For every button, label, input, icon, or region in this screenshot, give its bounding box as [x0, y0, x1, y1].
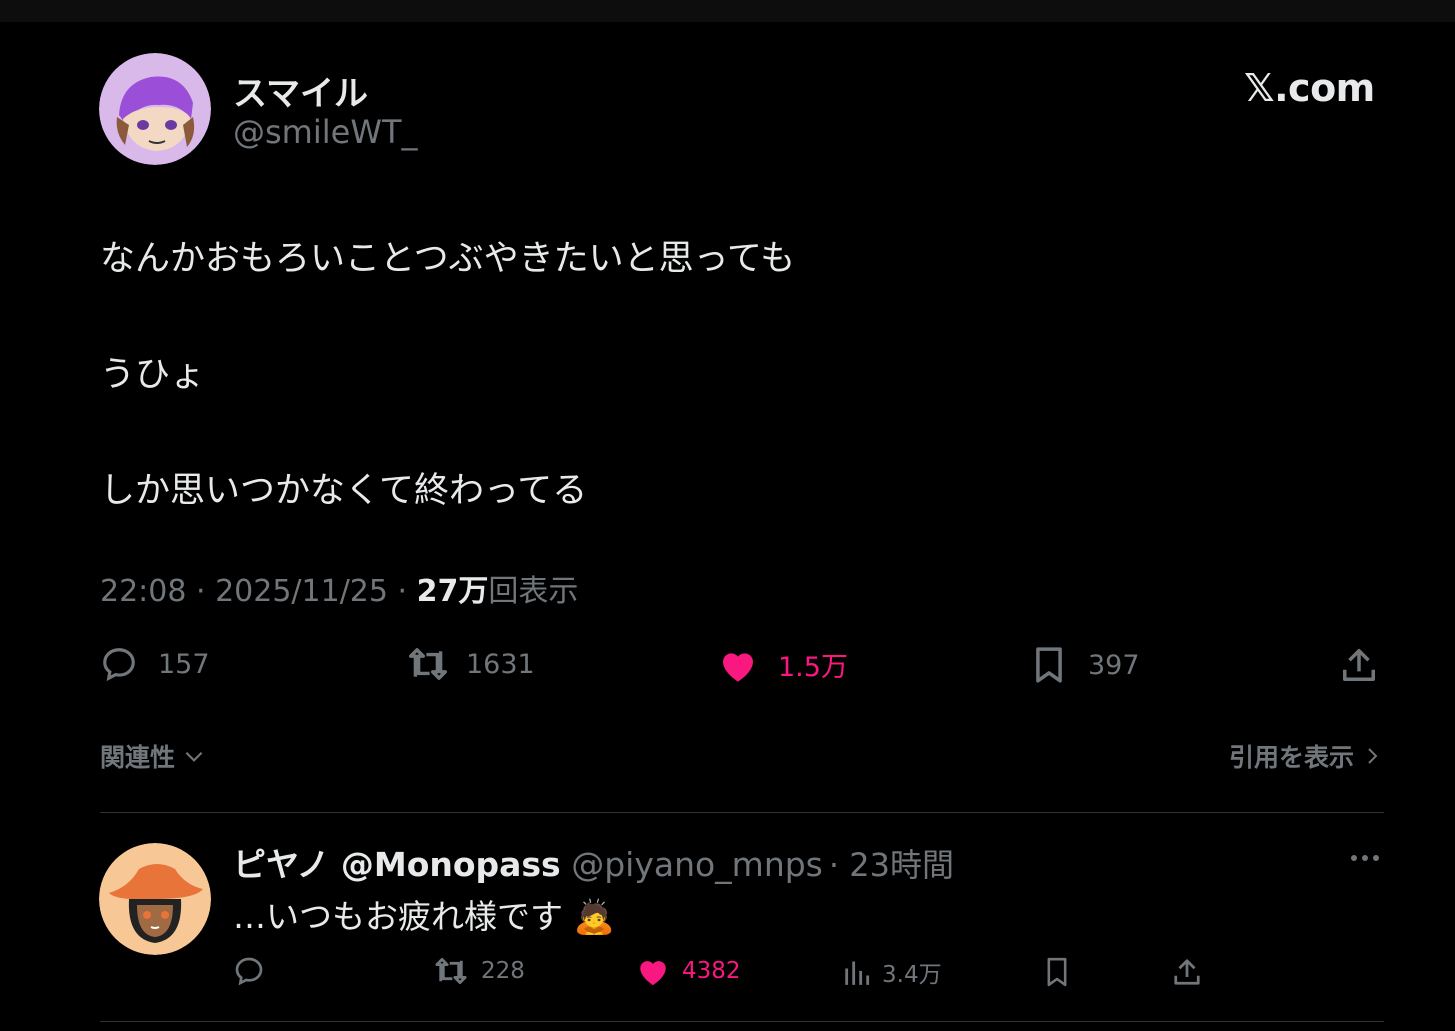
views-label: 回表示 — [488, 574, 579, 609]
heart-icon — [640, 961, 666, 986]
divider — [100, 1021, 1384, 1022]
reply-views-count: 3.4万 — [882, 962, 942, 988]
reply-reply-button[interactable] — [233, 955, 265, 987]
author-avatar[interactable] — [99, 53, 211, 165]
reply-text-body: …いつもお疲れ様です — [233, 897, 563, 936]
share-icon — [1174, 959, 1200, 985]
reply-icon — [103, 648, 135, 682]
share-icon — [1343, 649, 1375, 681]
author-handle[interactable]: @smileWT_ — [233, 113, 418, 151]
analytics-icon — [845, 961, 870, 985]
reply-like-count: 4382 — [682, 958, 741, 984]
repost-icon — [408, 648, 448, 680]
reply-share-button[interactable] — [1172, 955, 1202, 989]
reply-bookmark-button[interactable] — [1043, 955, 1071, 989]
chevron-right-icon — [1368, 748, 1378, 764]
view-quotes-link[interactable]: 引用を表示 — [1229, 738, 1384, 774]
tweet-meta: 22:08 · 2025/11/25 · 27万回表示 — [100, 566, 578, 610]
x-logo[interactable]: 𝕏.com — [1244, 66, 1375, 110]
reply-button[interactable]: 157 — [100, 645, 210, 683]
like-count: 1.5万 — [778, 652, 848, 683]
reply-author-name[interactable]: ピヤノ @Monopass — [233, 845, 561, 884]
share-button[interactable] — [1340, 645, 1378, 685]
heart-icon — [723, 652, 753, 682]
reply-header: ピヤノ @Monopass @piyano_mnps · 23時間 — [233, 838, 954, 886]
reply-repost-button[interactable]: 228 — [433, 955, 525, 987]
bowing-emoji: 🙇 — [573, 897, 615, 936]
more-options-button[interactable] — [1350, 850, 1380, 870]
more-icon — [1351, 855, 1379, 861]
repost-icon — [435, 958, 467, 984]
reply-icon — [235, 957, 263, 986]
bookmark-button[interactable]: 397 — [1030, 645, 1140, 685]
relevance-sort-dropdown[interactable]: 関連性 — [100, 738, 207, 774]
repost-button[interactable]: 1631 — [406, 645, 535, 683]
tweet-timestamp[interactable]: 22:08 · 2025/11/25 · — [100, 574, 407, 609]
window-top-bar — [0, 0, 1455, 22]
bookmark-icon — [1047, 957, 1067, 987]
sort-row: 関連性 引用を表示 — [100, 738, 1384, 778]
tweet-text-line-1: なんかおもろいことつぶやきたいと思っても — [100, 239, 796, 279]
reply-time[interactable]: · 23時間 — [829, 846, 954, 884]
repost-count: 1631 — [466, 648, 535, 680]
bookmark-count: 397 — [1088, 649, 1140, 681]
reply-views-button[interactable]: 3.4万 — [842, 955, 942, 989]
divider — [100, 812, 1384, 813]
bookmark-icon — [1036, 647, 1062, 683]
reply-like-button[interactable]: 4382 — [636, 955, 741, 987]
tweet-text-line-2: うひょ — [100, 355, 206, 395]
like-button[interactable]: 1.5万 — [718, 645, 848, 684]
reply-count: 157 — [158, 648, 210, 680]
reply-repost-count: 228 — [481, 958, 525, 984]
tweet-text-line-3: しか思いつかなくて終わってる — [100, 471, 588, 511]
reply-author-avatar[interactable] — [99, 843, 211, 955]
chevron-down-icon — [185, 751, 203, 762]
relevance-label: 関連性 — [100, 743, 176, 772]
views-count: 27万 — [416, 574, 489, 609]
reply-text: …いつもお疲れ様です 🙇 — [233, 890, 615, 938]
author-name[interactable]: スマイル — [233, 66, 368, 115]
reply-author-handle[interactable]: @piyano_mnps — [571, 845, 823, 884]
view-quotes-label: 引用を表示 — [1228, 743, 1354, 772]
